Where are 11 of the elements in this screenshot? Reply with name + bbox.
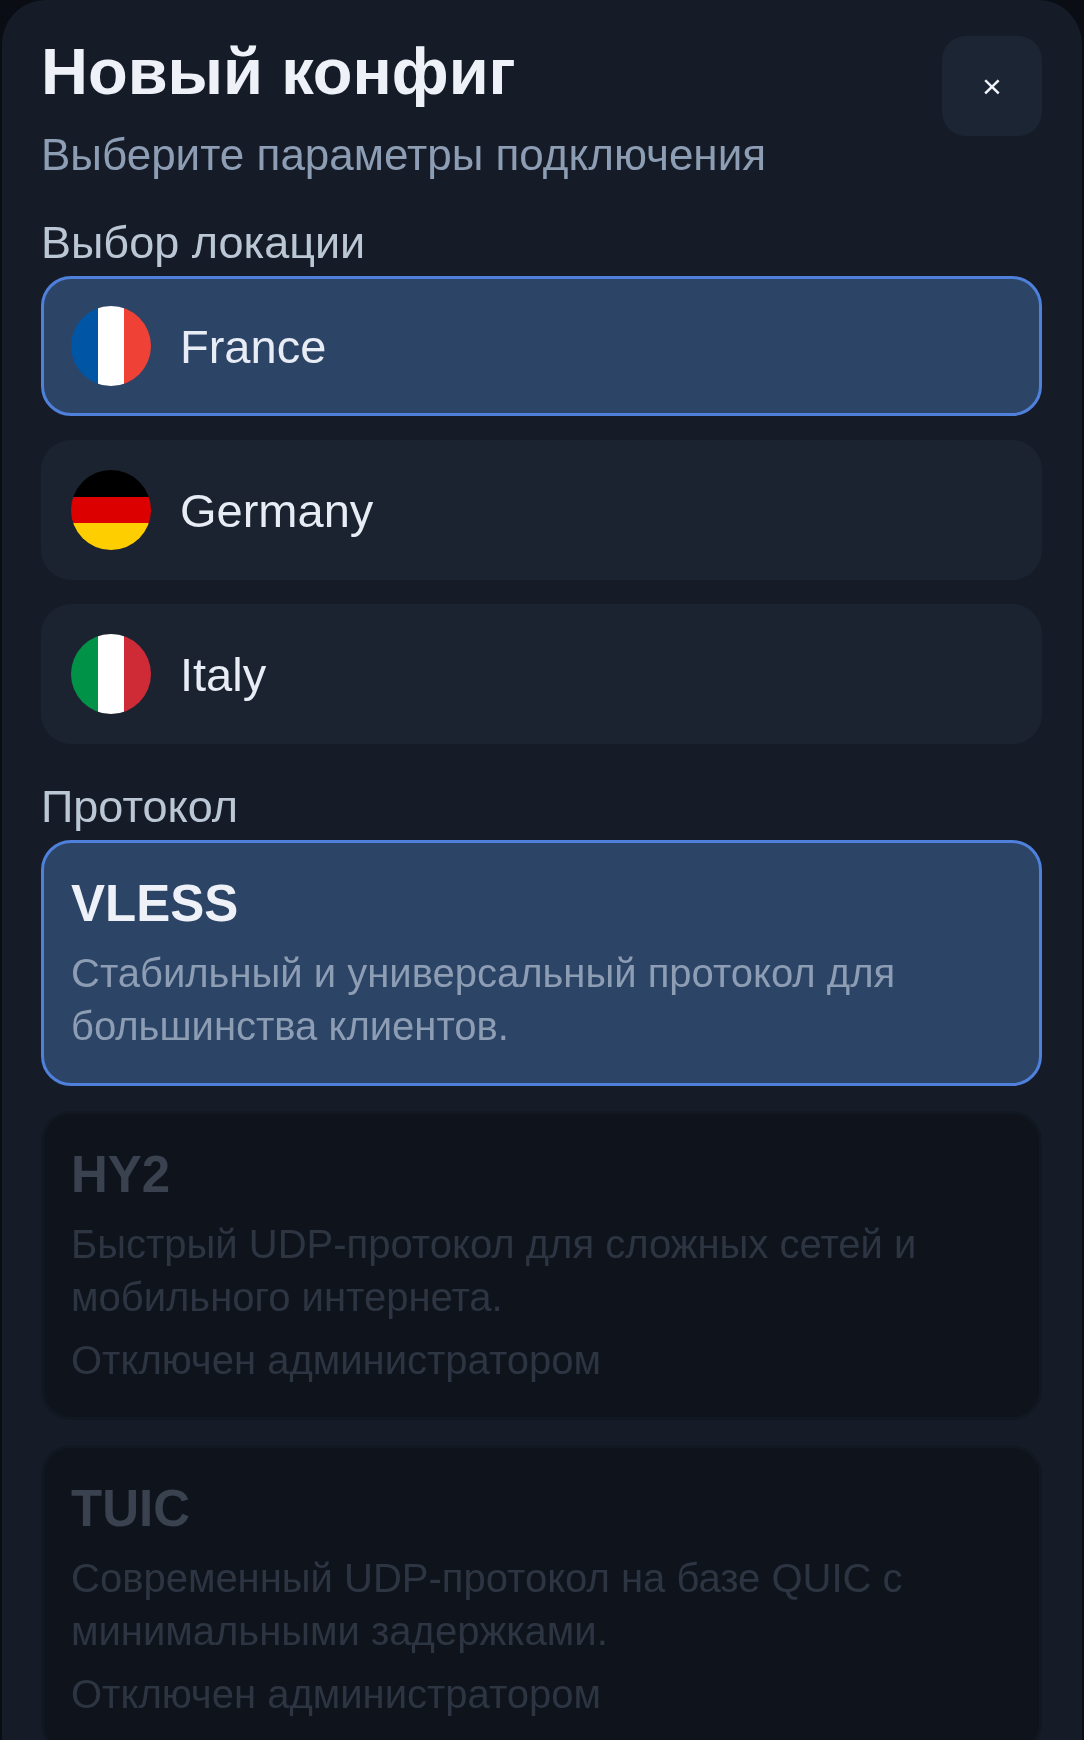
sheet-subtitle: Выберите параметры подключения xyxy=(41,132,767,178)
location-option[interactable]: Germany xyxy=(41,440,1042,580)
section-heading: Выбор локации xyxy=(41,220,367,266)
location-option[interactable]: France xyxy=(41,276,1042,416)
section-heading: Протокол xyxy=(41,784,240,830)
close-button[interactable]: × xyxy=(942,36,1042,136)
protocol-name: VLESS xyxy=(71,874,240,934)
location-option[interactable]: Italy xyxy=(41,604,1042,744)
protocol-description: Стабильный и универсальный протокол для большинства клиентов. xyxy=(71,950,897,1050)
sheet-title: Новый конфиг xyxy=(41,35,517,109)
protocol-option[interactable]: VLESS Стабильный и универсальный протокол для большинства клиентов. xyxy=(41,840,1042,1086)
